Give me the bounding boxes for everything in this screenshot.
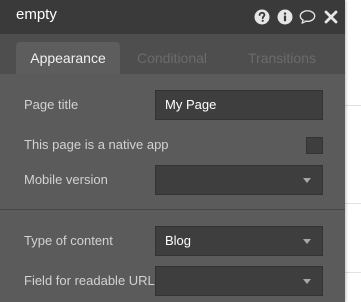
native-app-label: This page is a native app [24, 137, 169, 152]
mobile-version-row: Mobile version [0, 162, 345, 198]
header-icon-group [253, 7, 339, 27]
info-circle-icon[interactable] [276, 9, 293, 26]
page-title-label: Page title [24, 97, 79, 112]
canvas-divider [345, 105, 361, 106]
readable-url-label: Field for readable URL [24, 273, 155, 288]
type-of-content-value: Blog [165, 233, 192, 248]
tab-appearance[interactable]: Appearance [16, 42, 120, 74]
type-of-content-row: Type of content Blog [0, 223, 345, 259]
canvas-divider [345, 272, 361, 273]
comment-icon[interactable] [299, 9, 316, 26]
canvas-divider [345, 203, 361, 204]
help-circle-icon[interactable] [253, 9, 270, 26]
page-title-input[interactable]: My Page [155, 90, 323, 120]
type-of-content-label: Type of content [24, 233, 113, 248]
mobile-version-select[interactable] [155, 165, 323, 195]
tab-transitions[interactable]: Transitions [232, 42, 332, 74]
property-editor-panel: empty Appearance Conditional Transitions… [0, 0, 345, 302]
panel-title: empty [16, 6, 57, 23]
mobile-version-label: Mobile version [24, 172, 108, 187]
canvas-background [345, 0, 361, 302]
type-of-content-select[interactable]: Blog [155, 226, 323, 256]
panel-header[interactable]: empty [0, 0, 345, 34]
tab-conditional[interactable]: Conditional [124, 42, 220, 74]
page-title-row: Page title My Page [0, 87, 345, 123]
native-app-checkbox[interactable] [306, 137, 323, 154]
chevron-down-icon [303, 239, 311, 244]
readable-url-row: Field for readable URL [0, 263, 345, 299]
chevron-down-icon [303, 178, 311, 183]
close-icon[interactable] [322, 9, 339, 26]
tab-bar: Appearance Conditional Transitions [0, 34, 345, 74]
readable-url-select[interactable] [155, 266, 323, 296]
chevron-down-icon [303, 279, 311, 284]
section-divider [0, 209, 345, 210]
native-app-row: This page is a native app [0, 127, 345, 163]
